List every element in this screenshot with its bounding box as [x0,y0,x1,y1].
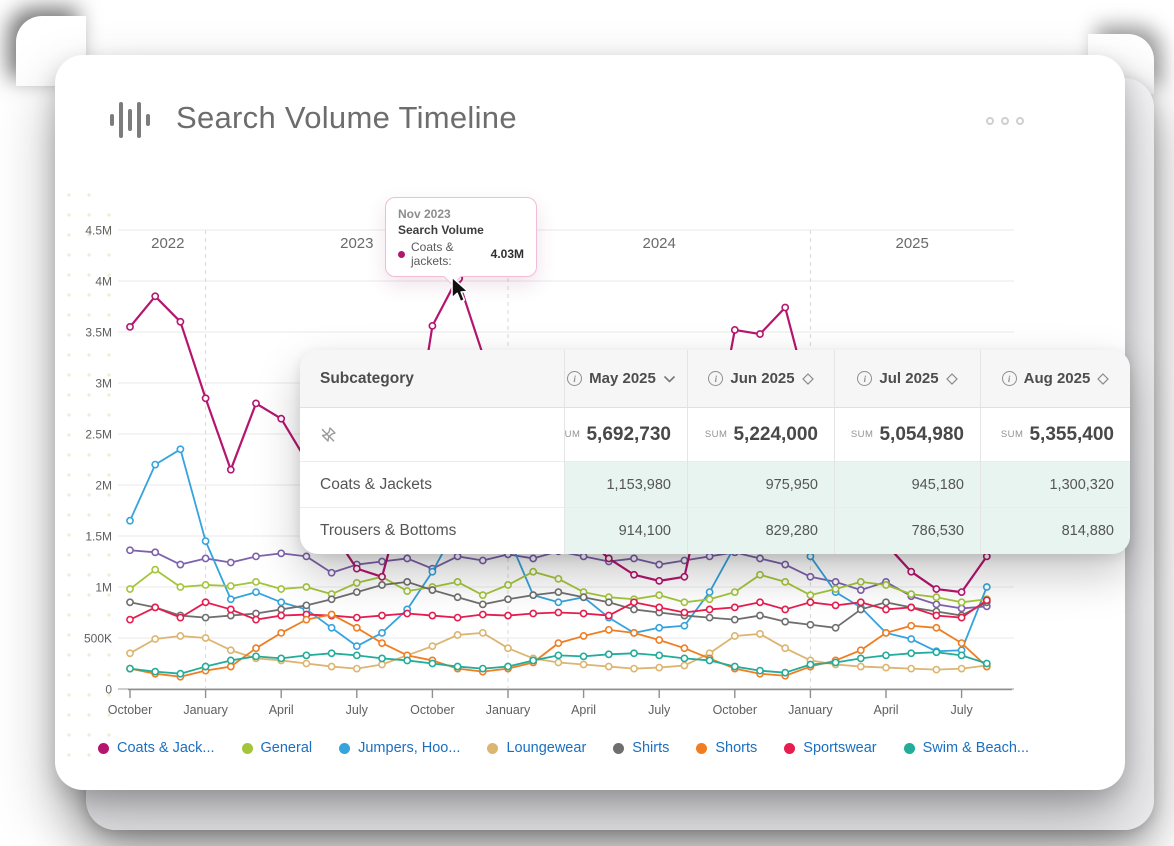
column-header-may-2025[interactable]: i May 2025 [565,350,688,408]
legend-item[interactable]: Swim & Beach... [903,740,1029,756]
column-header-jul-2025[interactable]: i Jul 2025 [835,350,981,408]
legend-label: Shorts [715,740,758,756]
tooltip-value: 4.03M [490,247,524,261]
info-icon[interactable]: i [857,371,873,386]
svg-text:2022: 2022 [151,235,184,252]
tooltip-date: Nov 2023 [398,207,451,221]
svg-text:April: April [269,703,294,717]
legend-label: Swim & Beach... [922,740,1029,756]
column-header-jun-2025[interactable]: i Jun 2025 [688,350,835,408]
pin-off-icon[interactable] [318,425,338,445]
svg-text:January: January [788,703,833,717]
legend-color-dot [241,742,253,754]
legend-item[interactable]: Jumpers, Hoo... [339,740,460,756]
column-header-subcategory[interactable]: Subcategory [300,350,565,408]
svg-text:2023: 2023 [340,235,373,252]
svg-text:4M: 4M [95,275,112,289]
legend-item[interactable]: Shirts [613,740,669,756]
row-name-trousers-bottoms[interactable]: Trousers & Bottoms [300,508,565,554]
screenshot-stage: Search Volume Timeline 4.5M 4M 3.5M 3M 2.5M 2… [0,0,1174,846]
legend-label: Sportswear [803,740,877,756]
table-cell[interactable]: 814,880 [981,508,1130,554]
subcategory-data-table: Subcategory i May 2025 i Jun 2025 i Jul … [300,350,1130,554]
svg-text:2M: 2M [95,479,112,493]
svg-text:January: January [183,703,228,717]
legend-color-dot [339,742,351,754]
legend-color-dot [903,742,915,754]
legend-label: Loungewear [506,740,587,756]
legend-label: General [260,740,313,756]
info-icon[interactable]: i [708,371,724,386]
legend-item[interactable]: Loungewear [487,740,586,756]
svg-text:October: October [410,703,454,717]
diamond-sort-icon[interactable] [801,372,814,385]
table-cell[interactable]: 975,950 [688,462,835,508]
legend-item[interactable]: Sportswear [784,740,877,756]
legend-color-dot [98,742,109,754]
tooltip-series-name: Coats & jackets: [411,240,454,268]
svg-text:July: July [950,703,973,717]
svg-text:July: July [346,703,369,717]
mouse-cursor-icon [451,276,469,303]
legend-color-dot [784,742,796,754]
svg-text:2024: 2024 [643,235,676,252]
diamond-sort-icon[interactable] [945,372,958,385]
svg-text:October: October [108,703,152,717]
svg-text:2025: 2025 [896,235,929,252]
svg-text:October: October [713,703,757,717]
svg-text:0: 0 [105,683,112,697]
svg-text:April: April [873,703,898,717]
sum-cell-jul: SUM 5,054,980 [835,408,981,462]
svg-text:January: January [486,703,531,717]
svg-text:2.5M: 2.5M [85,428,112,442]
legend-color-dot [487,742,499,754]
sum-cell-may: SUM 5,692,730 [565,408,688,462]
table-cell[interactable]: 829,280 [688,508,835,554]
info-icon[interactable]: i [1001,371,1017,386]
svg-text:500K: 500K [84,632,112,646]
legend-label: Jumpers, Hoo... [358,740,461,756]
info-icon[interactable]: i [567,371,583,386]
column-header-aug-2025[interactable]: i Aug 2025 [981,350,1130,408]
legend-label: Coats & Jack... [117,740,215,756]
svg-text:1.5M: 1.5M [85,530,112,544]
sum-cell-jun: SUM 5,224,000 [688,408,835,462]
chart-tooltip: Nov 2023 Search Volume Coats & jackets: … [385,197,537,277]
svg-text:1M: 1M [95,581,112,595]
table-cell[interactable]: 1,153,980 [565,462,688,508]
chevron-down-icon[interactable] [663,374,676,384]
legend-item[interactable]: General [241,740,313,756]
legend-item[interactable]: Shorts [696,740,757,756]
table-cell[interactable]: 1,300,320 [981,462,1130,508]
legend-label: Shirts [632,740,670,756]
row-name-coats-jackets[interactable]: Coats & Jackets [300,462,565,508]
svg-text:4.5M: 4.5M [85,224,112,238]
legend-color-dot [696,742,708,754]
sum-cell-aug: SUM 5,355,400 [981,408,1130,462]
table-cell[interactable]: 945,180 [835,462,981,508]
svg-text:3M: 3M [95,377,112,391]
diamond-sort-icon[interactable] [1097,372,1110,385]
chart-legend: Coats & Jack... General Jumpers, Hoo... Lou… [98,740,1029,756]
legend-item[interactable]: Coats & Jack... [98,740,215,756]
svg-text:3.5M: 3.5M [85,326,112,340]
svg-text:April: April [571,703,596,717]
svg-text:July: July [648,703,671,717]
table-cell[interactable]: 786,530 [835,508,981,554]
legend-color-dot [613,742,625,754]
table-cell[interactable]: 914,100 [565,508,688,554]
tooltip-series-dot [398,250,405,258]
tooltip-metric-label: Search Volume [398,223,484,237]
pin-row-cell [300,408,565,462]
